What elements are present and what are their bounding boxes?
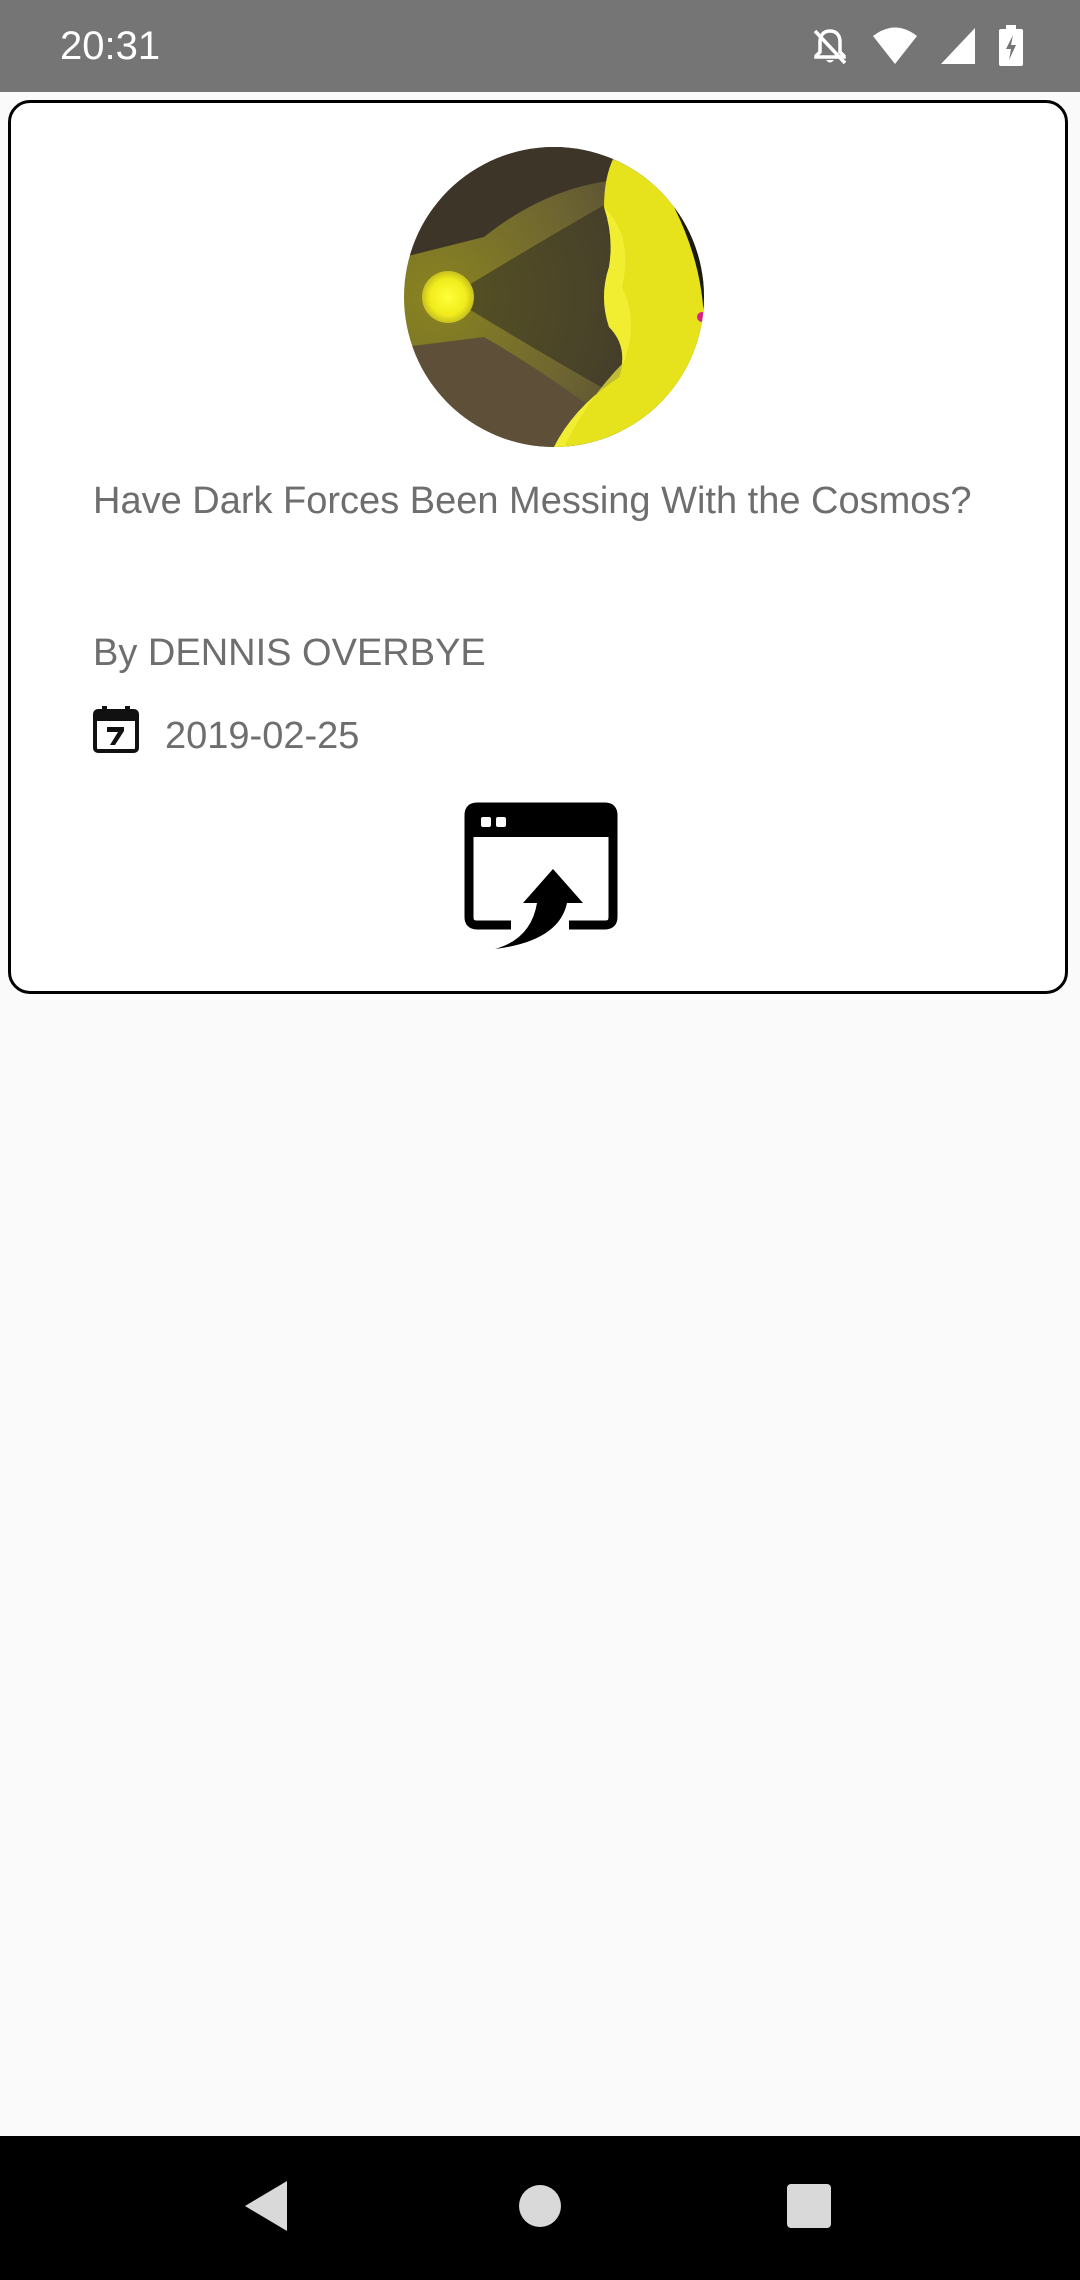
status-icons [810,24,1024,68]
recents-button[interactable] [773,2172,845,2244]
status-bar: 20:31 [0,0,1080,92]
notifications-off-icon [810,26,850,66]
home-icon [518,2184,562,2233]
calendar-icon [93,705,139,758]
date-row: 2019-02-25 [93,703,359,759]
article-headline: Have Dark Forces Been Messing With the C… [93,480,972,522]
back-icon [241,2179,291,2238]
status-time: 20:31 [60,24,161,68]
article-byline: By DENNIS OVERBYE [93,632,486,674]
navigation-bar [0,2136,1080,2280]
recents-icon [786,2183,832,2234]
article-card[interactable]: Have Dark Forces Been Messing With the C… [8,100,1068,994]
home-button[interactable] [504,2172,576,2244]
back-button[interactable] [230,2172,302,2244]
article-thumbnail [404,147,704,447]
open-in-browser-button[interactable] [463,799,619,955]
wifi-icon [872,27,918,65]
battery-charging-icon [998,25,1024,67]
open-in-browser-icon [463,799,619,955]
article-date: 2019-02-25 [165,715,360,757]
signal-icon [940,27,976,65]
